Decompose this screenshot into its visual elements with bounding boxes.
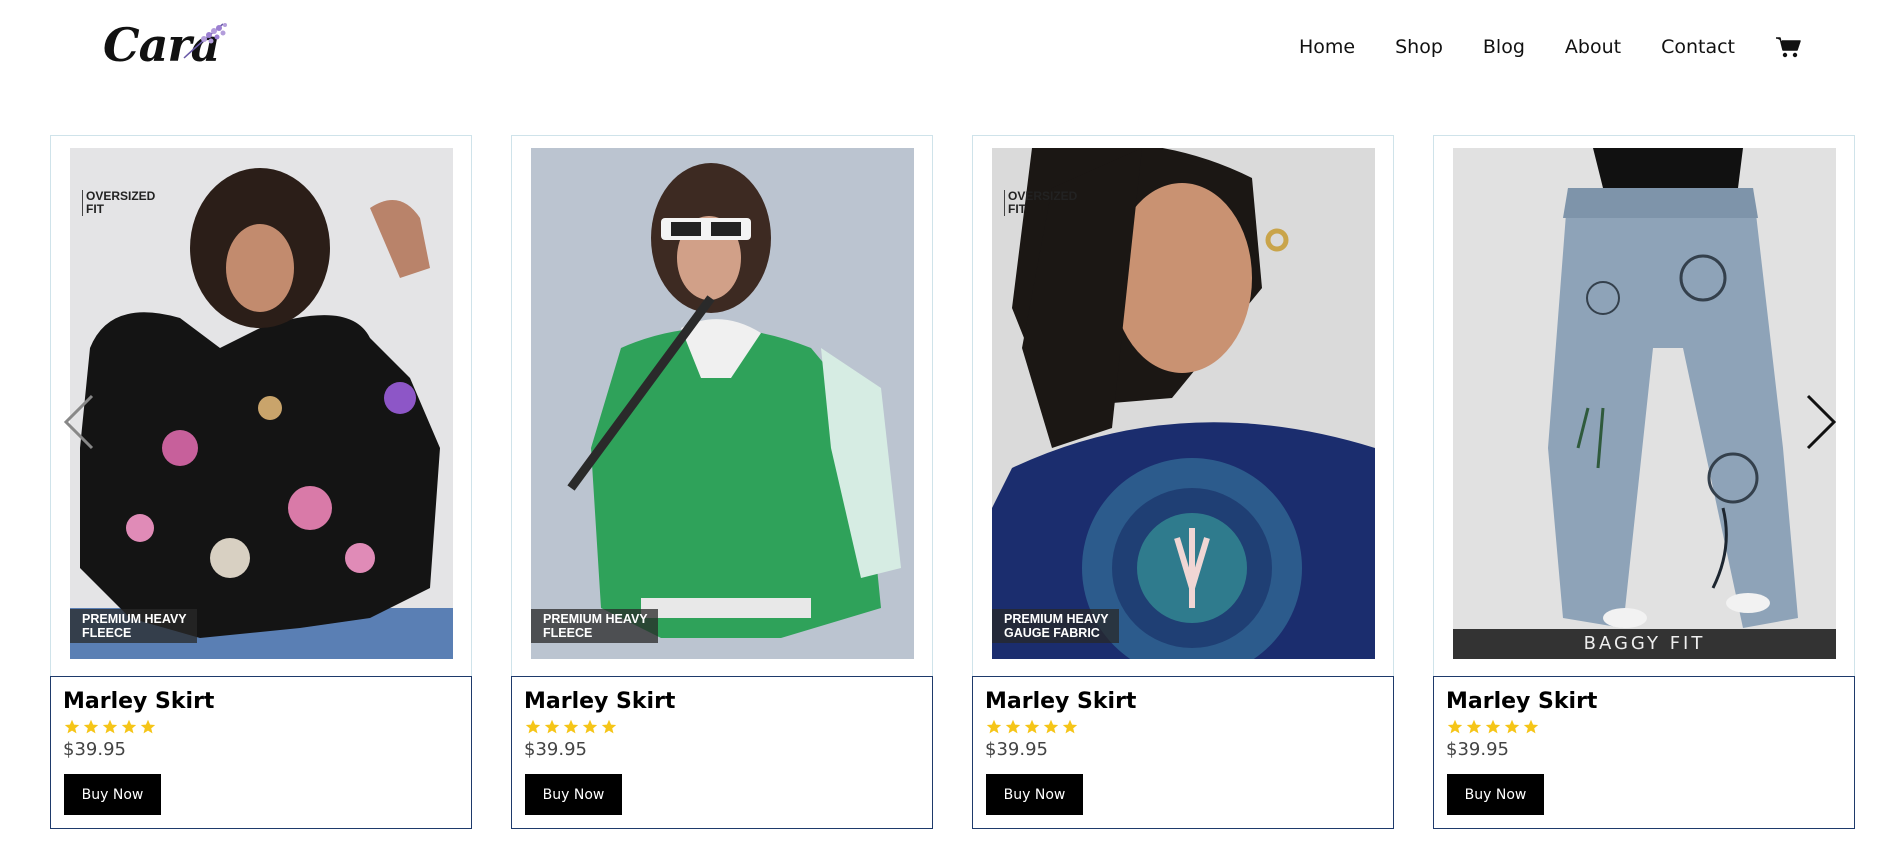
product-info: Marley Skirt $39.95 Buy Now xyxy=(972,676,1394,829)
product-card[interactable]: OVERSIZED FIT PREMIUM HEAVY FLEECE Marley … xyxy=(50,135,472,829)
oversized-fit-tag: OVERSIZED FIT xyxy=(1004,190,1077,216)
product-image[interactable]: BAGGY FIT xyxy=(1453,148,1836,659)
star-icon xyxy=(1447,719,1463,734)
product-price: $39.95 xyxy=(63,739,126,760)
star-icon xyxy=(1504,719,1520,734)
star-icon xyxy=(1043,719,1059,734)
site-header: Cara Home Shop Blog About Contact xyxy=(0,0,1897,100)
product-card[interactable]: PREMIUM HEAVY FLEECE Marley Skirt $39.95 … xyxy=(511,135,933,829)
star-icon xyxy=(1024,719,1040,734)
product-price: $39.95 xyxy=(985,739,1048,760)
product-title: Marley Skirt xyxy=(63,689,215,714)
product-card[interactable]: OVERSIZED FIT PREMIUM HEAVY GAUGE FABRIC M… xyxy=(972,135,1394,829)
product-price: $39.95 xyxy=(1446,739,1509,760)
product-info: Marley Skirt $39.95 Buy Now xyxy=(1433,676,1855,829)
nav-home[interactable]: Home xyxy=(1299,36,1355,58)
star-icon xyxy=(121,719,137,734)
product-info: Marley Skirt $39.95 Buy Now xyxy=(50,676,472,829)
star-icon xyxy=(563,719,579,734)
nav-contact[interactable]: Contact xyxy=(1661,36,1735,58)
star-icon xyxy=(1485,719,1501,734)
product-image[interactable]: OVERSIZED FIT PREMIUM HEAVY FLEECE xyxy=(70,148,453,659)
oversized-fit-tag: OVERSIZED FIT xyxy=(82,190,155,216)
baggy-fit-tag: BAGGY FIT xyxy=(1453,629,1836,659)
star-rating xyxy=(986,719,1081,735)
lavender-icon xyxy=(183,23,227,59)
star-icon xyxy=(140,719,156,734)
chevron-left-icon[interactable] xyxy=(62,392,96,452)
cart-icon[interactable] xyxy=(1775,36,1801,58)
star-icon xyxy=(83,719,99,734)
product-carousel: OVERSIZED FIT PREMIUM HEAVY FLEECE Marley … xyxy=(50,135,1855,830)
product-price: $39.95 xyxy=(524,739,587,760)
product-title: Marley Skirt xyxy=(1446,689,1598,714)
fabric-tag: PREMIUM HEAVY FLEECE xyxy=(531,609,658,643)
product-title: Marley Skirt xyxy=(524,689,676,714)
star-rating xyxy=(525,719,620,735)
fabric-tag: PREMIUM HEAVY FLEECE xyxy=(70,609,197,643)
product-card[interactable]: BAGGY FIT Marley Skirt $39.95 Buy Now xyxy=(1433,135,1855,829)
buy-now-button[interactable]: Buy Now xyxy=(986,774,1083,815)
star-icon xyxy=(986,719,1002,734)
star-icon xyxy=(601,719,617,734)
star-icon xyxy=(1523,719,1539,734)
star-rating xyxy=(64,719,159,735)
buy-now-button[interactable]: Buy Now xyxy=(1447,774,1544,815)
fabric-tag: PREMIUM HEAVY GAUGE FABRIC xyxy=(992,609,1119,643)
star-icon xyxy=(64,719,80,734)
product-info: Marley Skirt $39.95 Buy Now xyxy=(511,676,933,829)
buy-now-button[interactable]: Buy Now xyxy=(64,774,161,815)
nav-shop[interactable]: Shop xyxy=(1395,36,1443,58)
star-icon xyxy=(102,719,118,734)
star-icon xyxy=(582,719,598,734)
star-icon xyxy=(544,719,560,734)
product-image[interactable]: PREMIUM HEAVY FLEECE xyxy=(531,148,914,659)
product-title: Marley Skirt xyxy=(985,689,1137,714)
buy-now-button[interactable]: Buy Now xyxy=(525,774,622,815)
main-nav: Home Shop Blog About Contact xyxy=(1299,36,1801,58)
nav-about[interactable]: About xyxy=(1565,36,1621,58)
star-rating xyxy=(1447,719,1542,735)
star-icon xyxy=(525,719,541,734)
star-icon xyxy=(1062,719,1078,734)
star-icon xyxy=(1005,719,1021,734)
chevron-right-icon[interactable] xyxy=(1804,392,1838,452)
product-image[interactable]: OVERSIZED FIT PREMIUM HEAVY GAUGE FABRIC xyxy=(992,148,1375,659)
nav-blog[interactable]: Blog xyxy=(1483,36,1525,58)
logo[interactable]: Cara xyxy=(103,18,233,78)
star-icon xyxy=(1466,719,1482,734)
